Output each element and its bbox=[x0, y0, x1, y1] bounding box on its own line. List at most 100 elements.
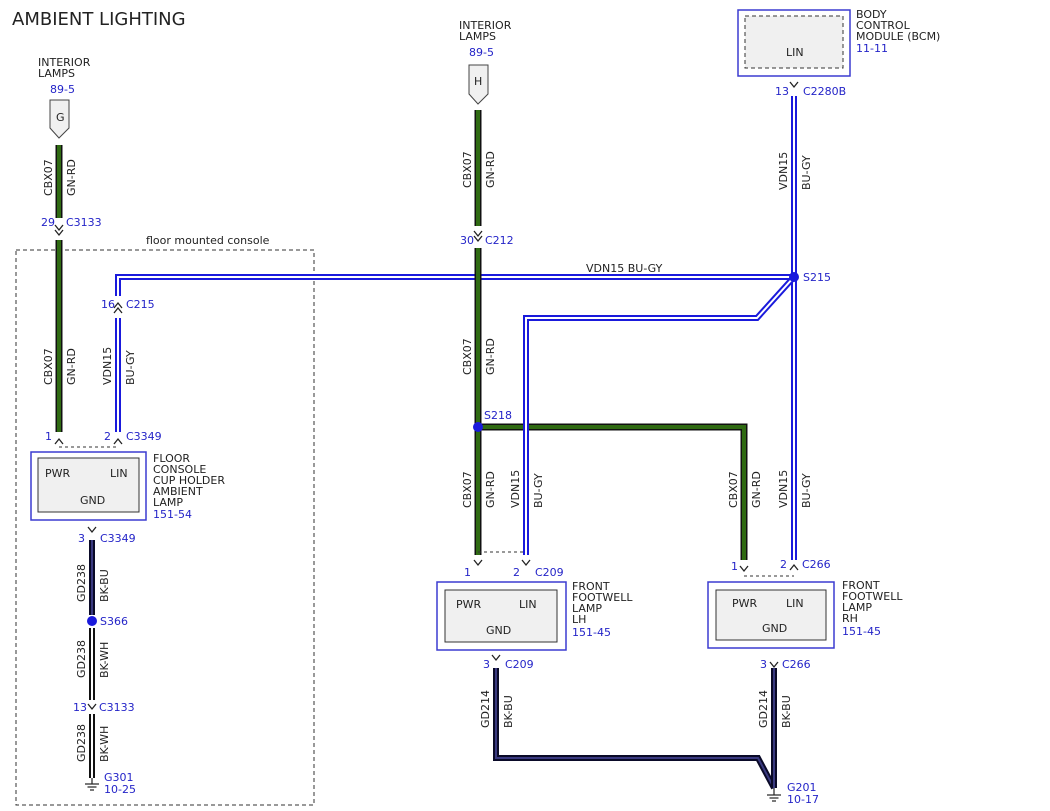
footwell-lh-ref: 151-45 bbox=[572, 626, 611, 639]
c266-gnd-pin: 3 bbox=[760, 658, 767, 671]
component-floor-console-lamp: PWR LIN GND FLOOR CONSOLE CUP HOLDER AMB… bbox=[30, 451, 225, 521]
wiring-diagram: AMBIENT LIGHTING floor mounted console I… bbox=[12, 8, 940, 806]
wire-label-gd214-rh: GD214 bbox=[757, 690, 770, 728]
wire-label-bugy-floor: BU-GY bbox=[124, 350, 137, 385]
chevron-c215-icon bbox=[113, 301, 123, 314]
c3133-bot-pin: 13 bbox=[73, 701, 87, 714]
ground-g301-ref: 10-25 bbox=[104, 783, 136, 796]
wire-vdn15-lh bbox=[525, 276, 795, 555]
wire-label-bkbu-lh: BK-BU bbox=[502, 695, 515, 728]
wire-label-gnrd-rh: GN-RD bbox=[750, 471, 763, 508]
wire-label-vdn15-lh: VDN15 bbox=[509, 470, 522, 508]
wire-label-vdn15-bus: VDN15 BU-GY bbox=[586, 262, 663, 275]
c266-lin-pin: 2 bbox=[780, 558, 787, 571]
wire-label-bkwh-lower: BK-WH bbox=[98, 726, 111, 762]
floor-lamp-gnd: GND bbox=[80, 494, 105, 507]
splice-s215-dot bbox=[789, 272, 799, 282]
chevron-c3349-pin3-icon bbox=[87, 526, 97, 534]
c209-pwr-pin: 1 bbox=[464, 566, 471, 579]
wire-label-gd238-wh-lower: GD238 bbox=[75, 724, 88, 762]
chevron-c266-pin1-icon bbox=[739, 565, 749, 573]
chevron-c209-pin3-icon bbox=[491, 654, 501, 662]
source-mid-label-2: LAMPS bbox=[459, 30, 496, 43]
source-left-ref: 89-5 bbox=[50, 83, 75, 96]
source-interior-lamps-left: INTERIOR LAMPS 89-5 G bbox=[38, 56, 91, 139]
footwell-lh-lin: LIN bbox=[519, 598, 537, 611]
component-footwell-lamp-lh: PWR LIN GND FRONT FOOTWELL LAMP LH 151-4… bbox=[436, 580, 633, 651]
c209-lin-pin: 2 bbox=[513, 566, 520, 579]
chevron-c209-pin2-icon bbox=[521, 559, 531, 567]
c215-name: C215 bbox=[126, 298, 155, 311]
chevron-c266-pin2-icon bbox=[789, 563, 799, 571]
ground-symbol-icon bbox=[85, 778, 99, 791]
chevron-c3349-pin2-icon bbox=[113, 437, 123, 445]
source-mid-pin: H bbox=[474, 75, 482, 88]
c212-pin: 30 bbox=[460, 234, 474, 247]
chevron-c212-icon bbox=[473, 230, 483, 243]
c3349-gnd-name: C3349 bbox=[100, 532, 136, 545]
c3133-bot-name: C3133 bbox=[99, 701, 135, 714]
ground-symbol-icon bbox=[767, 788, 781, 802]
wire-label-gd214-lh: GD214 bbox=[479, 690, 492, 728]
chevron-c3349-pin1-icon bbox=[54, 437, 64, 445]
wire-label-cbx07-lh: CBX07 bbox=[461, 471, 474, 508]
wire-label-bugy-bcm: BU-GY bbox=[800, 155, 813, 190]
footwell-rh-ref: 151-45 bbox=[842, 625, 881, 638]
ground-g201-ref: 10-17 bbox=[787, 793, 819, 806]
wire-label-gnrd-left-lower: GN-RD bbox=[65, 348, 78, 385]
wire-label-gnrd-mid-upper: GN-RD bbox=[484, 151, 497, 188]
splice-s218-label: S218 bbox=[484, 409, 512, 422]
wire-label-cbx07-rh: CBX07 bbox=[727, 471, 740, 508]
chevron-c266-pin3-icon bbox=[769, 661, 779, 669]
splice-s366-label: S366 bbox=[100, 615, 128, 628]
console-region-label: floor mounted console bbox=[146, 234, 270, 247]
c209-gnd-pin: 3 bbox=[483, 658, 490, 671]
wire-label-bugy-rh: BU-GY bbox=[800, 473, 813, 508]
chevron-c3133-bot-icon bbox=[87, 703, 97, 711]
floor-lamp-lin: LIN bbox=[110, 467, 128, 480]
c2280b-name: C2280B bbox=[803, 85, 846, 98]
wire-vdn15-bus-outer bbox=[115, 274, 792, 296]
splice-s366-dot bbox=[87, 616, 97, 626]
splice-s215-label: S215 bbox=[803, 271, 831, 284]
wire-label-gnrd-lh: GN-RD bbox=[484, 471, 497, 508]
wire-label-cbx07-mid-upper: CBX07 bbox=[461, 151, 474, 188]
c212-name: C212 bbox=[485, 234, 514, 247]
wire-label-gnrd-mid-lower: GN-RD bbox=[484, 338, 497, 375]
component-footwell-lamp-rh: PWR LIN GND FRONT FOOTWELL LAMP RH 151-4… bbox=[707, 579, 903, 649]
wire-label-vdn15-bcm: VDN15 bbox=[777, 152, 790, 190]
footwell-lh-pwr: PWR bbox=[456, 598, 482, 611]
footwell-lh-label-4: LH bbox=[572, 613, 586, 626]
wire-label-cbx07-left-upper: CBX07 bbox=[42, 159, 55, 196]
chevron-c3133-top-icon bbox=[54, 224, 64, 237]
bcm-ref: 11-11 bbox=[856, 42, 888, 55]
chevron-c209-pin1-icon bbox=[473, 559, 483, 567]
bcm-inner-box bbox=[744, 15, 844, 69]
wire-label-bkbu-rh: BK-BU bbox=[780, 695, 793, 728]
c266-pwr-pin: 1 bbox=[731, 560, 738, 573]
wire-label-bkbu-gd238: BK-BU bbox=[98, 569, 111, 602]
c3133-top-name: C3133 bbox=[66, 216, 102, 229]
c3133-top-pin: 29 bbox=[41, 216, 55, 229]
wire-label-gnrd-left-upper: GN-RD bbox=[65, 159, 78, 196]
source-interior-lamps-mid: INTERIOR LAMPS 89-5 H bbox=[459, 19, 512, 105]
c209-lin-name: C209 bbox=[535, 566, 564, 579]
wire-label-cbx07-mid-lower: CBX07 bbox=[461, 338, 474, 375]
chevron-c2280b-icon bbox=[789, 81, 799, 89]
source-left-pin: G bbox=[56, 111, 65, 124]
floor-lamp-pwr: PWR bbox=[45, 467, 71, 480]
footwell-rh-label-4: RH bbox=[842, 612, 858, 625]
c3349-lin-pin: 2 bbox=[104, 430, 111, 443]
source-left-label-2: LAMPS bbox=[38, 67, 75, 80]
wire-label-bugy-lh: BU-GY bbox=[532, 473, 545, 508]
c209-gnd-name: C209 bbox=[505, 658, 534, 671]
footwell-lh-gnd: GND bbox=[486, 624, 511, 637]
wire-label-gd238-bu: GD238 bbox=[75, 564, 88, 602]
footwell-rh-pwr: PWR bbox=[732, 597, 758, 610]
page-title: AMBIENT LIGHTING bbox=[12, 9, 186, 30]
c266-lin-name: C266 bbox=[802, 558, 831, 571]
wire-label-vdn15-rh: VDN15 bbox=[777, 470, 790, 508]
splice-s218-dot bbox=[473, 422, 483, 432]
c266-gnd-name: C266 bbox=[782, 658, 811, 671]
c2280b-pin: 13 bbox=[775, 85, 789, 98]
